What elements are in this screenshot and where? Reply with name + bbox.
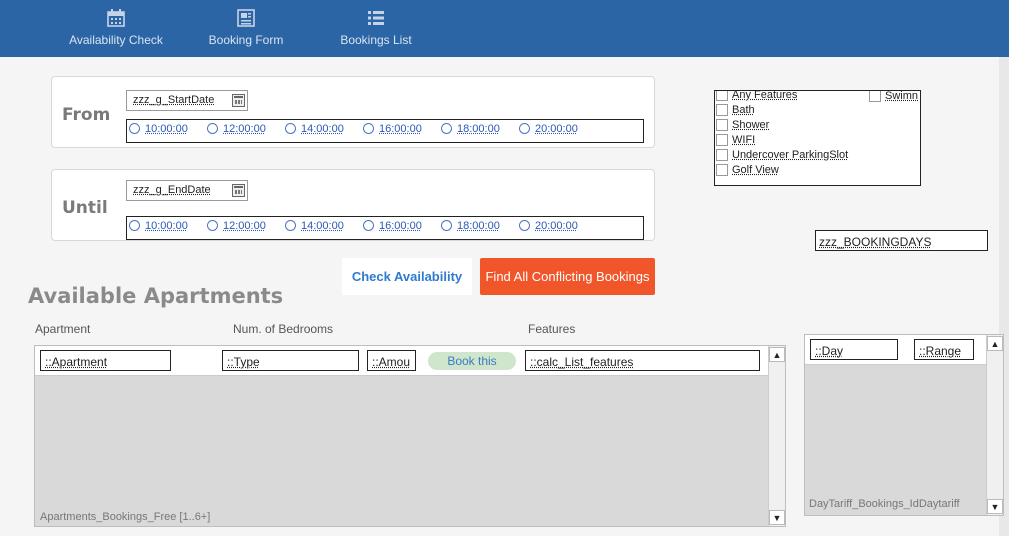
checkbox-icon bbox=[716, 104, 728, 116]
grid-caption: Apartments_Bookings_Free [1..6+] bbox=[40, 511, 211, 523]
radio-icon bbox=[363, 123, 374, 134]
from-time-option[interactable]: 10:00:00 bbox=[129, 123, 188, 135]
column-header-apartment: Apartment bbox=[35, 322, 91, 336]
until-time-option[interactable]: 18:00:00 bbox=[441, 220, 500, 232]
until-time-option[interactable]: 10:00:00 bbox=[129, 220, 188, 232]
feature-checkbox[interactable]: Swimn bbox=[869, 91, 918, 102]
checkbox-icon bbox=[716, 149, 728, 161]
radio-icon bbox=[519, 123, 530, 134]
start-date-field[interactable]: zzz_g_StartDate bbox=[126, 90, 248, 111]
from-time-option[interactable]: 16:00:00 bbox=[363, 123, 422, 135]
scroll-up-icon[interactable]: ▲ bbox=[769, 347, 785, 362]
radio-icon bbox=[363, 220, 374, 231]
column-header-bedrooms: Num. of Bedrooms bbox=[233, 322, 334, 336]
column-header-features: Features bbox=[528, 322, 576, 336]
calendar-picker-icon[interactable] bbox=[232, 94, 245, 107]
radio-icon bbox=[285, 220, 296, 231]
start-date-value: zzz_g_StartDate bbox=[133, 94, 215, 106]
feature-checkbox[interactable]: Any Features bbox=[716, 91, 797, 101]
from-label: From bbox=[62, 105, 111, 125]
end-date-value: zzz_g_EndDate bbox=[133, 184, 211, 196]
radio-icon bbox=[129, 123, 140, 134]
check-availability-button[interactable]: Check Availability bbox=[342, 258, 472, 295]
booking-days-field[interactable]: zzz_BOOKINGDAYS bbox=[815, 230, 988, 251]
feature-checkbox[interactable]: Undercover ParkingSlot bbox=[716, 149, 848, 161]
section-title: Available Apartments bbox=[28, 284, 284, 308]
apartment-field[interactable]: ::Apartment bbox=[40, 350, 171, 371]
list-icon bbox=[368, 11, 384, 25]
checkbox-icon bbox=[716, 164, 728, 176]
apartments-grid: ::Apartment ::Type ::Amou Book this ::ca… bbox=[34, 345, 786, 527]
grid-scrollbar[interactable]: ▲ ▼ bbox=[768, 346, 785, 526]
radio-icon bbox=[441, 220, 452, 231]
checkbox-icon bbox=[716, 119, 728, 131]
nav-booking-form[interactable]: Booking Form bbox=[198, 0, 294, 57]
nav-label: Booking Form bbox=[208, 33, 284, 47]
from-panel: From zzz_g_StartDate 10:00:00 12:00:00 1… bbox=[51, 76, 655, 148]
type-field[interactable]: ::Type bbox=[222, 350, 359, 371]
features-checklist: Any Features Bath Shower WIFI Undercover… bbox=[714, 90, 921, 186]
scroll-down-icon[interactable]: ▼ bbox=[987, 499, 1003, 514]
day-field[interactable]: ::Day bbox=[810, 339, 898, 360]
checkbox-icon bbox=[716, 134, 728, 146]
checkbox-icon bbox=[869, 91, 881, 102]
radio-icon bbox=[207, 220, 218, 231]
day-tariff-grid: ::Day ::Range ▲ ▼ DayTariff_Bookings_IdD… bbox=[804, 334, 1004, 516]
table-row[interactable]: ::Day ::Range bbox=[805, 335, 986, 365]
find-conflicting-bookings-button[interactable]: Find All Conflicting Bookings bbox=[480, 258, 655, 295]
radio-icon bbox=[129, 220, 140, 231]
until-label: Until bbox=[62, 198, 108, 218]
radio-icon bbox=[519, 220, 530, 231]
from-time-radio-group: 10:00:00 12:00:00 14:00:00 16:00:00 18:0… bbox=[126, 119, 644, 143]
until-time-option[interactable]: 20:00:00 bbox=[519, 220, 578, 232]
amount-field[interactable]: ::Amou bbox=[367, 350, 416, 371]
from-time-option[interactable]: 14:00:00 bbox=[285, 123, 344, 135]
until-panel: Until zzz_g_EndDate 10:00:00 12:00:00 14… bbox=[51, 169, 655, 241]
book-this-button[interactable]: Book this bbox=[428, 352, 516, 370]
nav-bookings-list[interactable]: Bookings List bbox=[330, 0, 422, 57]
scroll-up-icon[interactable]: ▲ bbox=[987, 336, 1003, 351]
radio-icon bbox=[207, 123, 218, 134]
radio-icon bbox=[441, 123, 452, 134]
features-list-field[interactable]: ::calc_List_features bbox=[525, 350, 760, 371]
nav-label: Availability Check bbox=[69, 33, 163, 47]
nav-availability-check[interactable]: Availability Check bbox=[60, 0, 172, 57]
end-date-field[interactable]: zzz_g_EndDate bbox=[126, 180, 248, 201]
from-time-option[interactable]: 20:00:00 bbox=[519, 123, 578, 135]
nav-label: Bookings List bbox=[340, 33, 412, 47]
radio-icon bbox=[285, 123, 296, 134]
feature-checkbox[interactable]: Golf View bbox=[716, 164, 779, 176]
grid-scrollbar[interactable]: ▲ ▼ bbox=[986, 335, 1003, 515]
from-time-option[interactable]: 12:00:00 bbox=[207, 123, 266, 135]
scroll-down-icon[interactable]: ▼ bbox=[769, 510, 785, 525]
feature-checkbox[interactable]: WIFI bbox=[716, 134, 755, 146]
feature-checkbox[interactable]: Shower bbox=[716, 119, 769, 131]
feature-checkbox[interactable]: Bath bbox=[716, 104, 755, 116]
until-time-option[interactable]: 12:00:00 bbox=[207, 220, 266, 232]
until-time-radio-group: 10:00:00 12:00:00 14:00:00 16:00:00 18:0… bbox=[126, 216, 644, 240]
until-time-option[interactable]: 14:00:00 bbox=[285, 220, 344, 232]
form-icon bbox=[237, 9, 255, 27]
grid-caption: DayTariff_Bookings_IdDaytariff bbox=[809, 498, 960, 510]
top-navigation-bar: Availability Check Booking Form Bookings… bbox=[0, 0, 1009, 57]
range-field[interactable]: ::Range bbox=[914, 339, 974, 360]
from-time-option[interactable]: 18:00:00 bbox=[441, 123, 500, 135]
table-row[interactable]: ::Apartment ::Type ::Amou Book this ::ca… bbox=[35, 346, 768, 376]
checkbox-icon bbox=[716, 91, 728, 101]
calendar-picker-icon[interactable] bbox=[232, 184, 245, 197]
calendar-icon bbox=[107, 9, 125, 27]
until-time-option[interactable]: 16:00:00 bbox=[363, 220, 422, 232]
